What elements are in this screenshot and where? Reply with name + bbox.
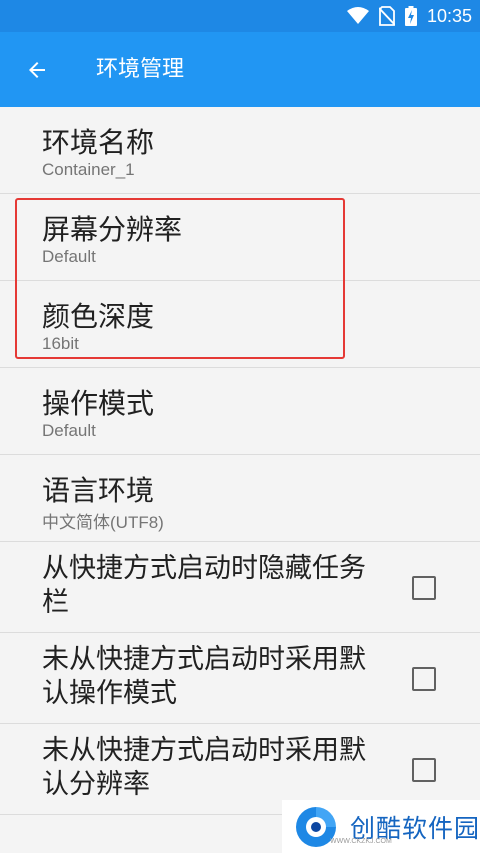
pref-title: 从快捷方式启动时隐藏任务栏 <box>42 553 366 618</box>
pref-color-depth[interactable]: 颜色深度 16bit <box>0 281 480 368</box>
hide-taskbar-checkbox[interactable] <box>412 576 436 600</box>
pref-hide-taskbar[interactable]: 从快捷方式启动时隐藏任务栏 <box>0 542 480 633</box>
pref-title: 颜色深度 <box>42 300 155 333</box>
wifi-icon <box>346 7 369 24</box>
pref-title: 语言环境 <box>42 474 155 507</box>
battery-charging-icon <box>404 6 417 26</box>
status-bar: 10:35 <box>0 0 480 32</box>
pref-screen-resolution[interactable]: 屏幕分辨率 Default <box>0 194 480 281</box>
no-sim-icon <box>378 6 395 26</box>
pref-summary: 16bit <box>42 334 79 353</box>
app-toolbar: 环境管理 <box>0 32 480 107</box>
pref-summary: Default <box>42 247 96 266</box>
pref-environment-name[interactable]: 环境名称 Container_1 <box>0 107 480 194</box>
pref-default-operation-mode[interactable]: 未从快捷方式启动时采用默认操作模式 <box>0 633 480 724</box>
pref-operation-mode[interactable]: 操作模式 Default <box>0 368 480 455</box>
status-time: 10:35 <box>426 5 472 26</box>
pref-summary: Default <box>42 421 96 440</box>
pref-locale[interactable]: 语言环境 中文简体(UTF8) <box>0 455 480 542</box>
watermark: 创酷软件园 <box>282 800 480 853</box>
arrow-back-icon <box>29 62 45 78</box>
pref-title: 屏幕分辨率 <box>42 213 183 246</box>
watermark-url: WWW.CKZKJ.COM <box>330 838 392 845</box>
pref-title: 未从快捷方式启动时采用默认操作模式 <box>42 644 366 709</box>
pref-title: 操作模式 <box>42 387 155 420</box>
back-button[interactable] <box>12 45 62 95</box>
pref-title: 环境名称 <box>42 126 155 159</box>
default-resolution-checkbox[interactable] <box>412 758 436 782</box>
pref-summary: Container_1 <box>42 160 135 179</box>
pref-title: 未从快捷方式启动时采用默认分辨率 <box>42 735 366 800</box>
pref-summary: 中文简体(UTF8) <box>42 513 164 532</box>
status-icons: 10:35 <box>346 0 472 32</box>
preference-list: 环境名称 Container_1 屏幕分辨率 Default 颜色深度 16bi… <box>0 107 480 815</box>
page-title: 环境管理 <box>96 57 185 82</box>
default-operation-mode-checkbox[interactable] <box>412 667 436 691</box>
